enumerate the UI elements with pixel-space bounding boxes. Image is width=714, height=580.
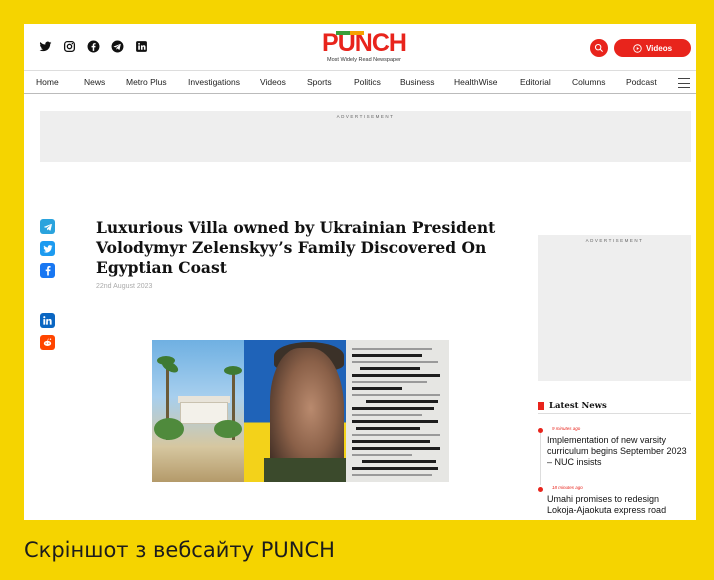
search-button[interactable] <box>590 39 608 57</box>
twitter-icon[interactable] <box>38 39 52 53</box>
logo-tagline: Most Widely Read Newspaper <box>327 57 401 63</box>
punch-logo[interactable]: PUNCH Most Widely Read Newspaper <box>314 30 414 63</box>
news-headline[interactable]: Implementation of new varsity curriculum… <box>547 435 687 468</box>
search-icon <box>594 43 603 52</box>
nav-item-sports[interactable]: Sports <box>307 77 332 87</box>
villa-photo <box>152 340 244 482</box>
latest-news-title: Latest News <box>549 401 607 411</box>
news-headline[interactable]: Umahi promises to redesign Lokoja-Ajaoku… <box>547 494 687 516</box>
nav-item-home[interactable]: Home <box>36 77 59 87</box>
nav-item-investigations[interactable]: Investigations <box>188 77 240 87</box>
nav-item-videos[interactable]: Videos <box>260 77 286 87</box>
ad-label: ADVERTISEMENT <box>336 114 395 119</box>
nav-item-editorial[interactable]: Editorial <box>520 77 551 87</box>
facebook-icon[interactable] <box>86 39 100 53</box>
play-icon <box>633 43 642 53</box>
twitter-icon[interactable] <box>40 241 55 256</box>
logo-stripe-green <box>336 31 350 35</box>
screenshot-frame: PUNCH Most Widely Read Newspaper Videos … <box>24 24 696 520</box>
linkedin-icon[interactable] <box>134 39 148 53</box>
nav-item-columns[interactable]: Columns <box>572 77 606 87</box>
ad-label: ADVERTISEMENT <box>585 238 644 243</box>
nav-item-news[interactable]: News <box>84 77 105 87</box>
latest-news-header: Latest News <box>538 401 691 414</box>
top-bar: PUNCH Most Widely Read Newspaper Videos <box>24 24 696 70</box>
main-nav: Home News Metro Plus Investigations Vide… <box>24 70 696 94</box>
article-date: 22nd August 2023 <box>96 283 153 290</box>
nav-item-healthwise[interactable]: HealthWise <box>454 77 497 87</box>
image-caption: Скріншот з вебсайту PUNCH <box>24 538 335 562</box>
reddit-icon[interactable] <box>40 335 55 350</box>
nav-item-podcast[interactable]: Podcast <box>626 77 657 87</box>
news-time: 9 minutes ago <box>552 426 581 431</box>
videos-button[interactable]: Videos <box>614 39 691 57</box>
menu-icon[interactable] <box>678 78 690 88</box>
facebook-icon[interactable] <box>40 263 55 278</box>
ad-banner-top: ADVERTISEMENT <box>40 111 691 162</box>
redacted-document-photo <box>346 340 449 482</box>
nav-item-business[interactable]: Business <box>400 77 435 87</box>
nav-item-politics[interactable]: Politics <box>354 77 381 87</box>
article-hero-image <box>152 340 449 482</box>
latest-news-item[interactable]: 18 minutes ago Umahi promises to redesig… <box>538 485 691 520</box>
latest-news-item[interactable]: 9 minutes ago Implementation of new vars… <box>538 426 691 486</box>
ad-sidebar: ADVERTISEMENT <box>538 235 691 381</box>
telegram-icon[interactable] <box>40 219 55 234</box>
logo-text: PUNCH <box>322 29 407 57</box>
linkedin-icon[interactable] <box>40 313 55 328</box>
social-links <box>38 39 148 53</box>
logo-stripe-orange <box>350 31 364 35</box>
telegram-icon[interactable] <box>110 39 124 53</box>
videos-label: Videos <box>645 43 673 53</box>
news-time: 18 minutes ago <box>552 485 583 490</box>
article-title: Luxurious Villa owned by Ukrainian Presi… <box>96 218 496 277</box>
nav-item-metro-plus[interactable]: Metro Plus <box>126 77 167 87</box>
instagram-icon[interactable] <box>62 39 76 53</box>
